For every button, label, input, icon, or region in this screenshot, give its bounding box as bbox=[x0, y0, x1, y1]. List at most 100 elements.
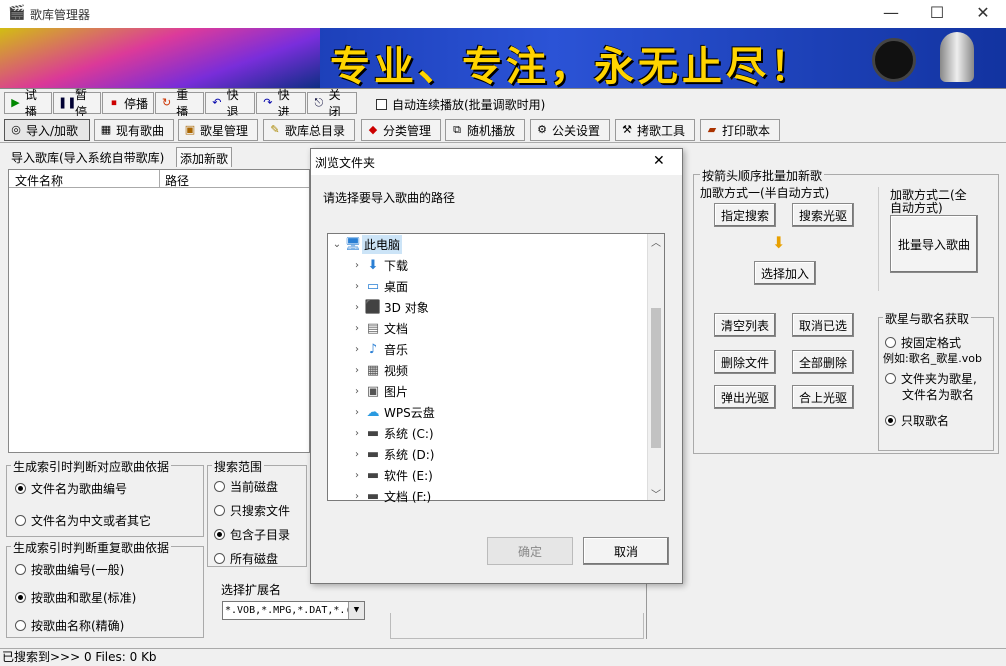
extension-select[interactable]: *.VOB,*.MPG,*.DAT,*.( ▼ bbox=[222, 601, 365, 620]
tree-item[interactable]: › ⬇ 下载 bbox=[350, 255, 408, 276]
stop-button[interactable]: ⏹ 停播 bbox=[102, 92, 154, 114]
scrollbar-thumb[interactable] bbox=[651, 308, 661, 448]
chevron-right-icon[interactable]: › bbox=[350, 260, 364, 271]
subtab-import-library[interactable]: 导入歌库(导入系统自带歌库) bbox=[8, 147, 167, 167]
tab-existing-songs[interactable]: ▦ 现有歌曲 bbox=[94, 119, 174, 141]
chevron-down-icon[interactable]: ⌄ bbox=[330, 239, 344, 250]
search-scope-group: 搜索范围 当前磁盘 只搜索文件 包含子目录 所有磁盘 bbox=[207, 458, 307, 567]
tree-item[interactable]: › ▬ 文档 (F:) bbox=[350, 486, 431, 507]
tab-import-add[interactable]: ◎ 导入/加歌 bbox=[4, 119, 90, 141]
batch-add-group: 按箭头顺序批量加新歌 加歌方式一(半自动方式) 指定搜索 搜索光驱 ⬇ 选择加入… bbox=[693, 167, 999, 454]
tab-category[interactable]: ◆ 分类管理 bbox=[361, 119, 441, 141]
settings-icon: ⚙ bbox=[537, 123, 547, 136]
chevron-right-icon[interactable]: › bbox=[350, 323, 364, 334]
tree-item[interactable]: › ▬ 软件 (E:) bbox=[350, 465, 433, 486]
dialog-close-button[interactable]: ✕ bbox=[653, 153, 665, 169]
random-icon: ⧉ bbox=[453, 123, 461, 136]
radio-by-song-number[interactable]: 按歌曲编号(一般) bbox=[15, 561, 124, 578]
radio-filename-as-number[interactable]: 文件名为歌曲编号 bbox=[15, 480, 127, 497]
specify-search-button[interactable]: 指定搜索 bbox=[714, 203, 776, 227]
tree-item[interactable]: › ▬ 系统 (C:) bbox=[350, 423, 434, 444]
category-icon: ◆ bbox=[368, 123, 378, 136]
disc-icon: ◎ bbox=[11, 123, 21, 136]
info-panel bbox=[390, 613, 644, 639]
tab-copy-tool[interactable]: ⚒ 拷歌工具 bbox=[615, 119, 695, 141]
tab-random-play[interactable]: ⧉ 随机播放 bbox=[445, 119, 525, 141]
chevron-right-icon[interactable]: › bbox=[350, 449, 364, 460]
close-cdrom-button[interactable]: 合上光驱 bbox=[792, 385, 854, 409]
replay-icon: ↻ bbox=[162, 96, 172, 109]
radio-song-name-only[interactable]: 只取歌名 bbox=[885, 412, 949, 429]
tree-item[interactable]: › ▭ 桌面 bbox=[350, 276, 408, 297]
folder-as-singer-line2: 文件名为歌名 bbox=[902, 388, 975, 402]
chevron-right-icon[interactable]: › bbox=[350, 470, 364, 481]
cancel-button[interactable]: 取消 bbox=[583, 537, 669, 565]
radio-by-song-and-singer[interactable]: 按歌曲和歌星(标准) bbox=[15, 589, 136, 606]
tree-item[interactable]: › ▤ 文档 bbox=[350, 318, 408, 339]
radio-folder-as-singer[interactable]: 文件夹为歌星, bbox=[885, 370, 977, 387]
chevron-right-icon[interactable]: › bbox=[350, 386, 364, 397]
minimize-button[interactable]: — bbox=[868, 0, 914, 28]
tree-item[interactable]: › ▦ 视频 bbox=[350, 360, 408, 381]
ok-button[interactable]: 确定 bbox=[487, 537, 573, 565]
tree-item[interactable]: › ☁ WPS云盘 bbox=[350, 402, 435, 423]
chevron-right-icon[interactable]: › bbox=[350, 302, 364, 313]
drive-icon: ▬ bbox=[366, 426, 380, 441]
select-add-button[interactable]: 选择加入 bbox=[754, 261, 816, 285]
copy-tool-icon: ⚒ bbox=[622, 123, 632, 136]
scroll-down-icon[interactable]: ﹀ bbox=[651, 486, 661, 501]
chevron-right-icon[interactable]: › bbox=[350, 281, 364, 292]
drive-icon: ▬ bbox=[366, 447, 380, 462]
duplicate-basis-group: 生成索引时判断重复歌曲依据 按歌曲编号(一般) 按歌曲和歌星(标准) 按歌曲名称… bbox=[6, 539, 204, 638]
delete-all-button[interactable]: 全部删除 bbox=[792, 350, 854, 374]
chevron-right-icon[interactable]: › bbox=[350, 491, 364, 502]
catalog-icon: ✎ bbox=[270, 123, 280, 136]
chevron-right-icon[interactable]: › bbox=[350, 428, 364, 439]
file-list[interactable]: 文件名称 路径 bbox=[8, 169, 310, 453]
tab-singer-management[interactable]: ▣ 歌星管理 bbox=[178, 119, 258, 141]
subtab-add-new[interactable]: 添加新歌 bbox=[176, 147, 233, 167]
cancel-selected-button[interactable]: 取消已选 bbox=[792, 313, 854, 337]
tree-item[interactable]: › ▬ 系统 (D:) bbox=[350, 444, 434, 465]
tree-scrollbar[interactable]: ︿ ﹀ bbox=[647, 234, 664, 501]
chevron-right-icon[interactable]: › bbox=[350, 407, 364, 418]
tab-settings[interactable]: ⚙ 公关设置 bbox=[530, 119, 610, 141]
drive-icon: ▬ bbox=[366, 468, 380, 483]
tab-catalog[interactable]: ✎ 歌库总目录 bbox=[263, 119, 355, 141]
pause-button[interactable]: ❚❚ 暂停 bbox=[53, 88, 101, 119]
rewind-button[interactable]: ↶ 快退 bbox=[205, 88, 255, 119]
chevron-down-icon[interactable]: ▼ bbox=[348, 602, 364, 619]
close-button[interactable]: ✕ bbox=[960, 0, 1006, 28]
radio-include-subdirs[interactable]: 包含子目录 bbox=[214, 526, 290, 543]
tree-item[interactable]: › ▣ 图片 bbox=[350, 381, 408, 402]
close-player-button[interactable]: ⎋ 关闭 bbox=[307, 88, 357, 119]
fast-forward-button[interactable]: ↷ 快进 bbox=[256, 88, 306, 119]
folder-tree[interactable]: ⌄ 🖥 此电脑 › ⬇ 下载 › ▭ 桌面 › ⬛ 3D 对象 › ▤ 文档 › ♪ 音乐 › ▦ 视频 › ▣ 图片 ›… bbox=[327, 233, 665, 504]
tree-item[interactable]: › ♪ 音乐 bbox=[350, 339, 408, 360]
delete-file-button[interactable]: 删除文件 bbox=[714, 350, 776, 374]
preview-play-button[interactable]: ▶ 试播 bbox=[4, 88, 52, 119]
3d-objects-icon: ⬛ bbox=[364, 300, 382, 315]
radio-current-disk[interactable]: 当前磁盘 bbox=[214, 478, 278, 495]
scroll-up-icon[interactable]: ︿ bbox=[651, 234, 661, 249]
column-file-name[interactable]: 文件名称 bbox=[15, 172, 63, 189]
chevron-right-icon[interactable]: › bbox=[350, 365, 364, 376]
fast-forward-icon: ↷ bbox=[263, 96, 273, 109]
column-path[interactable]: 路径 bbox=[165, 172, 189, 189]
auto-play-checkbox[interactable]: 自动连续播放(批量调歌时用) bbox=[376, 96, 545, 113]
radio-filename-as-chinese[interactable]: 文件名为中文或者其它 bbox=[15, 512, 151, 529]
radio-fixed-format[interactable]: 按固定格式 bbox=[885, 334, 961, 351]
clear-list-button[interactable]: 清空列表 bbox=[714, 313, 776, 337]
chevron-right-icon[interactable]: › bbox=[350, 344, 364, 355]
search-cdrom-button[interactable]: 搜索光驱 bbox=[792, 203, 854, 227]
maximize-button[interactable]: ☐ bbox=[914, 0, 960, 28]
radio-files-only[interactable]: 只搜索文件 bbox=[214, 502, 290, 519]
tree-item-this-pc[interactable]: ⌄ 🖥 此电脑 bbox=[330, 234, 403, 255]
replay-button[interactable]: ↻ 重播 bbox=[155, 88, 204, 119]
radio-all-disks[interactable]: 所有磁盘 bbox=[214, 550, 278, 567]
tab-print-songbook[interactable]: ▰ 打印歌本 bbox=[700, 119, 780, 141]
radio-by-song-name[interactable]: 按歌曲名称(精确) bbox=[15, 617, 124, 634]
tree-item[interactable]: › ⬛ 3D 对象 bbox=[350, 297, 429, 318]
batch-import-button[interactable]: 批量导入歌曲 bbox=[890, 215, 978, 273]
eject-cdrom-button[interactable]: 弹出光驱 bbox=[714, 385, 776, 409]
